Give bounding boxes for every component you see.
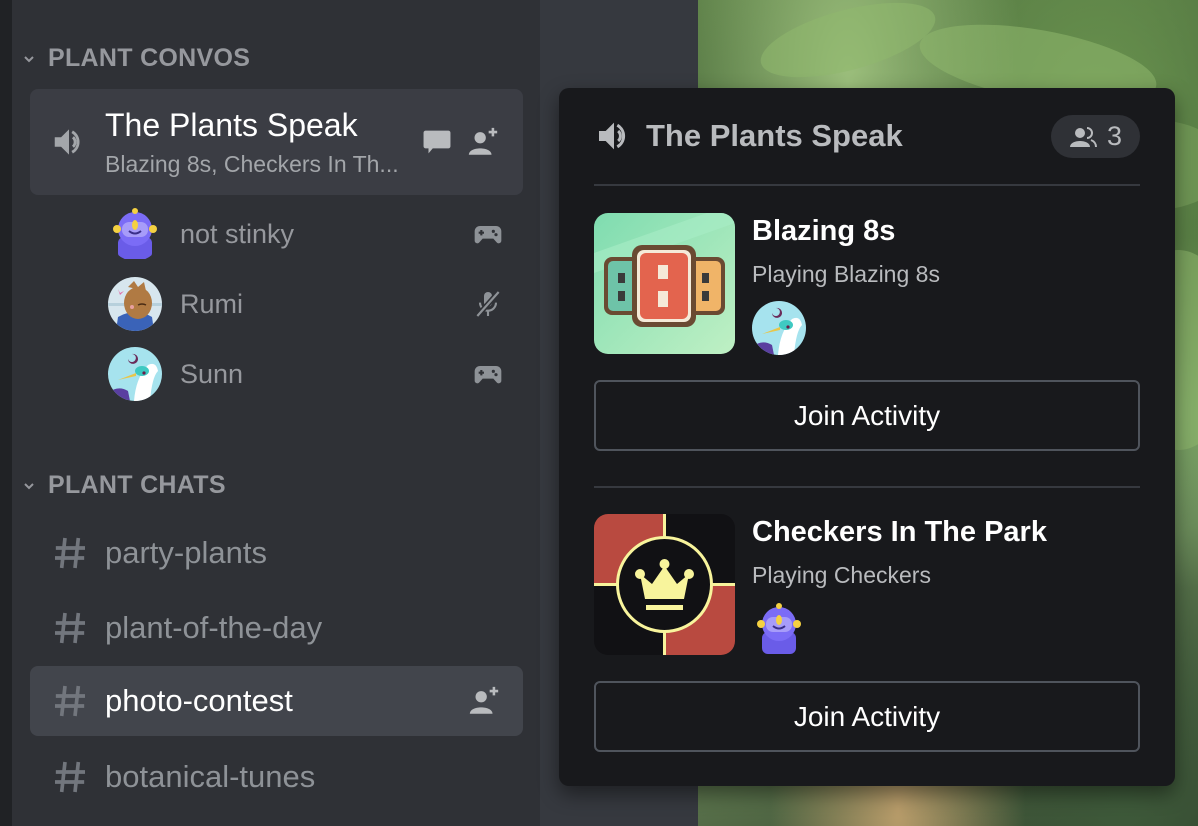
join-activity-button-checkers[interactable]: Join Activity — [594, 681, 1140, 752]
voice-user[interactable]: Sunn — [108, 346, 508, 402]
activity-name: Blazing 8s — [752, 215, 896, 247]
member-count: 3 — [1106, 121, 1122, 151]
text-channel-party-plants[interactable]: party-plants — [30, 518, 523, 588]
text-channel-photo-contest[interactable]: photo-contest — [30, 666, 523, 736]
divider — [594, 486, 1140, 488]
avatar-sunn — [108, 347, 162, 401]
invite-member-icon[interactable] — [467, 684, 501, 718]
checkers-art — [594, 514, 735, 655]
voice-user-name: Rumi — [180, 288, 244, 319]
hash-icon — [55, 537, 85, 569]
speaker-activity-icon — [599, 122, 626, 150]
popout-title: The Plants Speak — [646, 118, 903, 153]
participant-avatar-not-stinky[interactable] — [752, 602, 806, 656]
voice-user-name: not stinky — [180, 218, 295, 249]
category-plant-chats[interactable]: PLANT CHATS — [22, 471, 226, 500]
avatar-rumi — [108, 277, 162, 331]
participant-avatar-sunn[interactable] — [752, 301, 806, 355]
chevron-down-icon — [24, 482, 34, 489]
hash-icon — [55, 685, 85, 717]
activity-state: Playing Checkers — [752, 562, 931, 588]
category-label: PLANT CHATS — [48, 471, 226, 499]
gamepad-icon — [474, 226, 502, 244]
gamepad-icon — [474, 366, 502, 384]
join-activity-button-blazing-8s[interactable]: Join Activity — [594, 380, 1140, 451]
voice-channel-activities: Blazing 8s, Checkers In Th... — [105, 151, 399, 177]
blazing-8s-art — [594, 213, 735, 354]
voice-user-name: Sunn — [180, 358, 244, 389]
voice-channel-name: The Plants Speak — [105, 107, 358, 143]
speaker-activity-icon — [54, 129, 80, 155]
avatar-not-stinky — [108, 207, 162, 261]
invite-member-icon[interactable] — [466, 125, 500, 159]
voice-channel-the-plants-speak[interactable]: The Plants Speak Blazing 8s, Checkers In… — [30, 89, 523, 195]
voice-user[interactable]: not stinky — [108, 206, 508, 262]
chat-bubble-icon[interactable] — [420, 125, 454, 159]
activity-state: Playing Blazing 8s — [752, 261, 940, 287]
text-channel-name: party-plants — [105, 535, 267, 570]
people-icon — [1069, 126, 1097, 147]
hash-icon — [55, 761, 85, 793]
text-channel-plant-of-the-day[interactable]: plant-of-the-day — [30, 593, 523, 663]
category-label: PLANT CONVOS — [48, 44, 251, 72]
voice-user[interactable]: Rumi — [108, 276, 508, 332]
divider — [594, 184, 1140, 186]
popout-header: The Plants Speak — [594, 116, 903, 156]
category-plant-convos[interactable]: PLANT CONVOS — [22, 44, 250, 73]
activity-name: Checkers In The Park — [752, 516, 1047, 548]
text-channel-name: plant-of-the-day — [105, 610, 323, 645]
text-channel-name: photo-contest — [105, 683, 293, 718]
server-list-strip — [0, 0, 12, 826]
member-count-badge: 3 — [1050, 115, 1140, 158]
voice-activity-popout: The Plants Speak 3 Blazing 8s Playing Bl… — [559, 88, 1175, 786]
text-channel-name: botanical-tunes — [105, 759, 316, 794]
text-channel-botanical-tunes[interactable]: botanical-tunes — [30, 742, 523, 812]
hash-icon — [55, 612, 85, 644]
chevron-down-icon — [24, 55, 34, 62]
mic-muted-icon — [475, 290, 501, 318]
